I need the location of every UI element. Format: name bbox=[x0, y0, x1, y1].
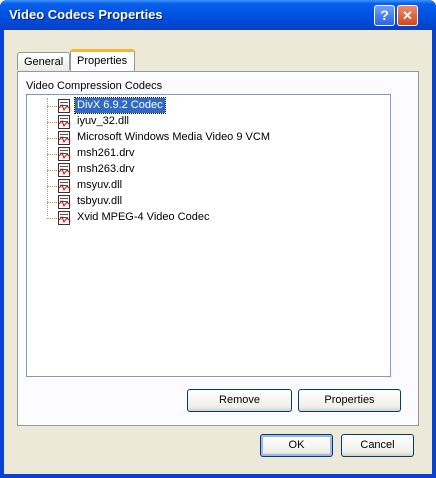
codec-file-icon bbox=[58, 179, 71, 193]
codec-properties-button[interactable]: Properties bbox=[298, 389, 401, 412]
codec-item-label: iyuv_32.dll bbox=[77, 115, 129, 127]
codec-file-icon bbox=[58, 147, 71, 161]
tree-branch-line bbox=[47, 154, 57, 155]
codec-tree-list[interactable]: DivX 6.9.2 Codec iyuv_32.dll Microsoft Win… bbox=[26, 94, 391, 377]
close-button[interactable]: ✕ bbox=[397, 5, 418, 26]
codec-item-label: tsbyuv.dll bbox=[77, 195, 123, 207]
codec-file-icon bbox=[58, 195, 71, 209]
codec-item-label: msh261.drv bbox=[77, 147, 135, 159]
tree-connector-line bbox=[47, 98, 48, 216]
codec-file-icon bbox=[58, 131, 71, 145]
help-button[interactable]: ? bbox=[374, 5, 395, 26]
codec-file-icon bbox=[58, 163, 71, 177]
codec-item-label: DivX 6.9.2 Codec bbox=[74, 97, 166, 114]
tree-branch-line bbox=[47, 186, 57, 187]
tree-branch-line bbox=[47, 106, 57, 107]
tree-branch-line bbox=[47, 170, 57, 171]
remove-button[interactable]: Remove bbox=[187, 389, 292, 412]
window-title: Video Codecs Properties bbox=[9, 7, 163, 22]
codecs-group-label: Video Compression Codecs bbox=[26, 80, 163, 92]
dialog-window: Video Codecs Properties ? ✕ General Prop… bbox=[0, 0, 436, 478]
cancel-button[interactable]: Cancel bbox=[341, 434, 414, 457]
ok-button[interactable]: OK bbox=[260, 434, 333, 457]
codec-file-icon bbox=[58, 211, 71, 225]
codec-item-label: Xvid MPEG-4 Video Codec bbox=[77, 211, 210, 223]
dialog-client: General Properties Video Compression Cod… bbox=[4, 30, 432, 474]
codec-file-icon bbox=[58, 115, 71, 129]
title-bar[interactable]: Video Codecs Properties ? ✕ bbox=[0, 0, 436, 30]
codec-item-label: Microsoft Windows Media Video 9 VCM bbox=[77, 131, 270, 143]
tab-general[interactable]: General bbox=[17, 52, 70, 70]
tree-branch-line bbox=[47, 218, 57, 219]
tree-branch-line bbox=[47, 202, 57, 203]
codec-file-icon bbox=[58, 99, 71, 113]
tree-branch-line bbox=[47, 138, 57, 139]
tree-branch-line bbox=[47, 122, 57, 123]
codec-item-label: msh263.drv bbox=[77, 163, 135, 175]
tab-properties[interactable]: Properties bbox=[70, 49, 135, 71]
codec-item-label: msyuv.dll bbox=[77, 179, 123, 191]
